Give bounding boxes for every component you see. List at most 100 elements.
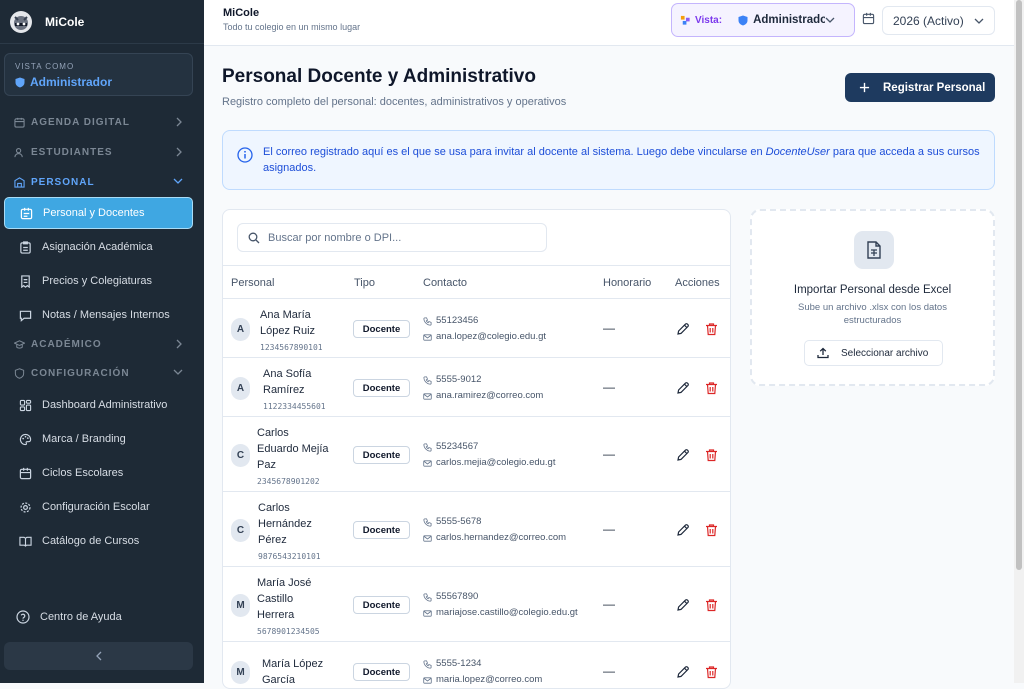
table-row: A Ana Sofía Ramírez 1122334455601 Docente … xyxy=(223,358,730,417)
sidebar-item-configuracion-escolar[interactable]: Configuración Escolar xyxy=(4,491,193,523)
sidebar-item-label: Dashboard Administrativo xyxy=(42,399,168,411)
clipboard-icon xyxy=(20,240,31,254)
delete-trash-icon[interactable] xyxy=(705,381,718,395)
shield-check-icon xyxy=(14,367,25,379)
message-icon xyxy=(19,310,32,322)
select-file-label: Seleccionar archivo xyxy=(841,347,929,359)
sidebar-item-label: Configuración Escolar xyxy=(42,501,150,513)
section-estudiantes[interactable]: ESTUDIANTES xyxy=(0,140,204,164)
section-configuracion[interactable]: CONFIGURACIÓN xyxy=(0,361,204,385)
sidebar-item-label: Notas / Mensajes Internos xyxy=(42,309,170,321)
type-badge: Docente xyxy=(353,596,410,614)
section-agenda-digital[interactable]: AGENDA DIGITAL xyxy=(0,110,204,134)
contact-info: 5555-5678 carlos.hernandez@correo.com xyxy=(423,514,566,546)
info-banner: El correo registrado aquí es el que se u… xyxy=(222,130,995,190)
mail-icon xyxy=(423,676,432,684)
vista-selector[interactable]: Vista: Administrador xyxy=(671,3,855,37)
chevron-right-icon xyxy=(176,147,182,157)
search-placeholder: Buscar por nombre o DPI... xyxy=(268,231,402,244)
sidebar-item-personal-docentes[interactable]: Personal y Docentes xyxy=(4,197,193,229)
select-file-button[interactable]: Seleccionar archivo xyxy=(804,340,943,366)
edit-pencil-icon[interactable] xyxy=(676,523,690,537)
sidebar-item-dashboard-administrativo[interactable]: Dashboard Administrativo xyxy=(4,389,193,421)
chevron-down-icon xyxy=(974,18,984,24)
search-input[interactable]: Buscar por nombre o DPI... xyxy=(237,223,547,252)
upload-icon xyxy=(817,347,829,359)
contact-email[interactable]: ana.ramirez@correo.com xyxy=(436,388,543,404)
chevron-down-icon xyxy=(173,369,183,375)
edit-pencil-icon[interactable] xyxy=(676,381,690,395)
contact-email[interactable]: ana.lopez@colegio.edu.gt xyxy=(436,329,546,345)
contact-email[interactable]: carlos.hernandez@correo.com xyxy=(436,530,566,546)
layout-grid-icon xyxy=(19,399,32,411)
person-name: Ana Sofía Ramírez 1122334455601 xyxy=(263,366,326,415)
contact-info: 55567890 mariajose.castillo@colegio.edu.… xyxy=(423,589,578,621)
sidebar-item-asignacion-academica[interactable]: Asignación Académica xyxy=(4,231,193,263)
person-name: María López García xyxy=(262,656,323,688)
fee-value: — xyxy=(603,447,615,461)
sidebar-item-ciclos-escolares[interactable]: Ciclos Escolares xyxy=(4,457,193,489)
edit-pencil-icon[interactable] xyxy=(676,448,690,462)
graduation-cap-icon xyxy=(14,339,25,349)
person-name-line: Ana Sofía xyxy=(263,368,312,380)
top-bar: MiCole Todo tu colegio en un mismo lugar… xyxy=(204,0,1014,46)
section-label: AGENDA DIGITAL xyxy=(31,116,130,128)
contact-phone: 5555-5678 xyxy=(436,516,482,527)
contact-phone: 55234567 xyxy=(436,441,479,452)
person-dpi: 5678901234505 xyxy=(257,627,320,636)
calendar-icon xyxy=(862,12,875,25)
sidebar-item-notas-mensajes[interactable]: Notas / Mensajes Internos xyxy=(4,299,193,331)
fee-value: — xyxy=(603,321,615,335)
section-label: PERSONAL xyxy=(31,176,95,188)
fee-value: — xyxy=(603,522,615,536)
col-honorario: Honorario xyxy=(603,277,652,289)
register-staff-button[interactable]: Registrar Personal xyxy=(845,73,995,102)
delete-trash-icon[interactable] xyxy=(705,523,718,537)
sparkle-icon xyxy=(680,15,690,25)
person-name-line: Carlos xyxy=(258,502,290,514)
person-name-line: Ramírez xyxy=(263,384,305,396)
sidebar-item-label: Ciclos Escolares xyxy=(42,467,124,479)
person-name-line: María José xyxy=(257,577,312,589)
person-dpi: 1122334455601 xyxy=(263,402,326,411)
contact-info: 55234567 carlos.mejia@colegio.edu.gt xyxy=(423,439,555,471)
type-badge: Docente xyxy=(353,663,410,681)
contact-email[interactable]: maria.lopez@correo.com xyxy=(436,672,542,688)
contact-email[interactable]: mariajose.castillo@colegio.edu.gt xyxy=(436,605,578,621)
view-as-box[interactable]: VISTA COMO Administrador xyxy=(4,53,193,96)
section-label: CONFIGURACIÓN xyxy=(31,367,130,379)
mail-icon xyxy=(423,534,432,542)
register-staff-label: Registrar Personal xyxy=(883,81,986,94)
delete-trash-icon[interactable] xyxy=(705,665,718,679)
chevron-down-icon xyxy=(825,17,835,23)
type-badge: Docente xyxy=(353,320,410,338)
person-name: Carlos Hernández Pérez 9876543210101 xyxy=(258,500,321,565)
person-name-line: López Ruiz xyxy=(260,325,316,337)
help-center-label: Centro de Ayuda xyxy=(40,611,122,623)
table-row: A Ana María López Ruiz 1234567890101 Docen… xyxy=(223,299,730,358)
delete-trash-icon[interactable] xyxy=(705,322,718,336)
contact-phone: 5555-1234 xyxy=(436,658,482,669)
sidebar-item-catalogo-cursos[interactable]: Catálogo de Cursos xyxy=(4,525,193,557)
person-name-line: Herrera xyxy=(257,609,295,621)
section-academico[interactable]: ACADÉMICO xyxy=(0,332,204,356)
delete-trash-icon[interactable] xyxy=(705,598,718,612)
edit-pencil-icon[interactable] xyxy=(676,598,690,612)
avatar: C xyxy=(231,444,250,467)
help-center-link[interactable]: Centro de Ayuda xyxy=(16,610,122,624)
contact-email[interactable]: carlos.mejia@colegio.edu.gt xyxy=(436,455,555,471)
school-year-select[interactable]: 2026 (Activo) xyxy=(882,6,995,35)
phone-icon xyxy=(423,316,432,326)
avatar: A xyxy=(231,377,250,400)
section-personal[interactable]: PERSONAL xyxy=(0,170,204,194)
edit-pencil-icon[interactable] xyxy=(676,665,690,679)
sidebar-item-marca-branding[interactable]: Marca / Branding xyxy=(4,423,193,455)
scrollbar-thumb[interactable] xyxy=(1016,0,1022,570)
contact-phone: 55123456 xyxy=(436,315,479,326)
sidebar-item-precios-colegiaturas[interactable]: Precios y Colegiaturas xyxy=(4,265,193,297)
brand[interactable]: MiCole xyxy=(0,0,204,44)
edit-pencil-icon[interactable] xyxy=(676,322,690,336)
delete-trash-icon[interactable] xyxy=(705,448,718,462)
phone-icon xyxy=(423,375,432,385)
collapse-sidebar-button[interactable] xyxy=(4,642,193,670)
